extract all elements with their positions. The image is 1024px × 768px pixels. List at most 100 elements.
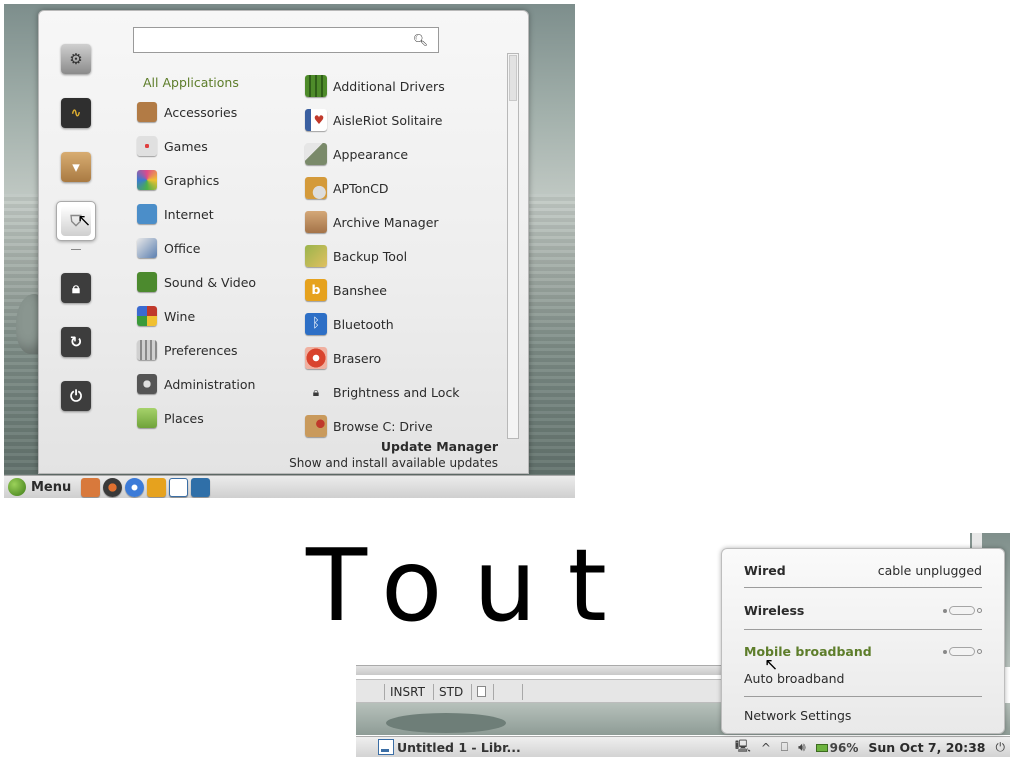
app-archive-manager[interactable]: Archive Manager xyxy=(305,205,501,239)
app-appearance[interactable]: Appearance xyxy=(305,137,501,171)
app-label: Banshee xyxy=(333,282,387,298)
banshee-launcher-icon[interactable] xyxy=(147,477,167,497)
display-tray-icon[interactable]: ⎕ xyxy=(781,740,788,755)
app-brasero[interactable]: Brasero xyxy=(305,341,501,375)
mobile-broadband-toggle[interactable] xyxy=(943,647,982,656)
category-graphics[interactable]: Graphics xyxy=(137,163,297,197)
app-bluetooth[interactable]: ᛒ Bluetooth xyxy=(305,307,501,341)
fav-shutdown[interactable]: ⏻ xyxy=(56,376,96,416)
battery-indicator[interactable]: 96% xyxy=(815,741,858,755)
search-input[interactable] xyxy=(144,32,413,48)
document-icon xyxy=(477,686,486,697)
fav-system-monitor[interactable]: ∿ xyxy=(56,93,96,133)
browser-launcher-icon[interactable] xyxy=(103,477,123,497)
app-label: Archive Manager xyxy=(333,214,439,230)
category-office[interactable]: Office xyxy=(137,231,297,265)
toggle-off-dot xyxy=(943,649,947,654)
app-brightness-and-lock[interactable]: 🔒︎ Brightness and Lock xyxy=(305,375,501,409)
backup-tool-icon xyxy=(305,245,327,267)
selection-mode-indicator[interactable]: STD xyxy=(433,684,463,700)
category-all-applications[interactable]: All Applications xyxy=(137,69,297,95)
toggle-on-ring xyxy=(977,608,982,613)
writer-launcher-icon[interactable] xyxy=(169,477,189,497)
wireless-row[interactable]: Wireless xyxy=(744,603,982,618)
app-browse-c-drive[interactable]: Browse C: Drive xyxy=(305,409,501,443)
wired-status: cable unplugged xyxy=(877,563,982,578)
app-aisleriot-solitaire[interactable]: ♥ AisleRiot Solitaire xyxy=(305,103,501,137)
volume-icon[interactable]: 🔊︎ xyxy=(798,740,806,755)
favorites-separator xyxy=(71,249,81,250)
app-backup-tool[interactable]: Backup Tool xyxy=(305,239,501,273)
preferences-icon xyxy=(137,340,157,360)
wireless-toggle[interactable] xyxy=(943,606,982,615)
app-list-scrollbar[interactable] xyxy=(507,53,519,439)
aisleriot-solitaire-icon: ♥ xyxy=(305,109,327,131)
clock[interactable]: Sun Oct 7, 20:38 xyxy=(868,740,985,755)
toggle-track xyxy=(949,647,975,656)
fav-logout[interactable]: ↻ xyxy=(56,322,96,362)
libreoffice-horizontal-scrollbar[interactable] xyxy=(356,665,722,675)
wired-row[interactable]: Wired cable unplugged xyxy=(744,563,982,578)
app-label: Backup Tool xyxy=(333,248,408,264)
power-icon[interactable]: ⏻ xyxy=(996,740,1006,755)
menu-button-label: Menu xyxy=(31,479,72,495)
mint-leaf-icon xyxy=(8,478,26,496)
favorites-sidebar: ⚙ ∿ ▾ ⛉ 🔒︎ ↻ ⏻ xyxy=(53,39,99,430)
fav-system-settings[interactable]: ⚙ xyxy=(56,39,96,79)
browse-c-drive-icon xyxy=(305,415,327,437)
banshee-icon: b xyxy=(305,279,327,301)
category-label: Office xyxy=(164,240,201,256)
terminal-launcher-icon[interactable] xyxy=(81,477,101,497)
aptoncd-icon xyxy=(305,177,327,199)
chevron-up-icon[interactable]: ^ xyxy=(761,741,771,755)
description-subtitle: Show and install available updates xyxy=(289,456,498,470)
signature-indicator[interactable] xyxy=(493,684,523,700)
divider xyxy=(744,696,982,697)
auto-broadband-item[interactable]: Auto broadband xyxy=(744,671,982,686)
app-banshee[interactable]: b Banshee xyxy=(305,273,501,307)
media-launcher-icon[interactable] xyxy=(125,477,145,497)
category-label: All Applications xyxy=(143,74,239,90)
category-sound-video[interactable]: Sound & Video xyxy=(137,265,297,299)
category-wine[interactable]: Wine xyxy=(137,299,297,333)
category-label: Wine xyxy=(164,308,196,324)
category-internet[interactable]: Internet xyxy=(137,197,297,231)
insert-mode-indicator[interactable]: INSRT xyxy=(384,684,425,700)
document-modified-indicator[interactable] xyxy=(471,684,493,700)
search-box[interactable]: 🔍︎ xyxy=(133,27,439,53)
search-icon[interactable]: 🔍︎ xyxy=(413,33,428,47)
category-administration[interactable]: Administration xyxy=(137,367,297,401)
network-menu-popup: Wired cable unplugged Wireless Mobile br… xyxy=(721,548,1005,734)
toggle-track xyxy=(949,606,975,615)
app-label: Brightness and Lock xyxy=(333,384,460,400)
mobile-broadband-row[interactable]: Mobile broadband xyxy=(744,644,982,659)
category-label: Preferences xyxy=(164,342,238,358)
category-list: All Applications Accessories Games Graph… xyxy=(137,69,297,435)
status-empty-cell xyxy=(522,684,712,700)
desktop-screenshot-menu: ⚙ ∿ ▾ ⛉ 🔒︎ ↻ ⏻ 🔍︎ All Applications Acces… xyxy=(4,4,575,498)
taskbar-window-libreoffice[interactable]: Untitled 1 - Libr... xyxy=(378,739,521,755)
scrollbar-thumb[interactable] xyxy=(509,55,517,101)
menu-button[interactable]: Menu xyxy=(8,478,71,496)
office-icon xyxy=(137,238,157,258)
network-tray-icon[interactable]: 🖳︎ xyxy=(735,737,751,757)
shutdown-icon: ⏻ xyxy=(61,381,91,411)
category-accessories[interactable]: Accessories xyxy=(137,95,297,129)
brightness-lock-icon: 🔒︎ xyxy=(312,385,320,399)
category-preferences[interactable]: Preferences xyxy=(137,333,297,367)
fav-lock-screen[interactable]: 🔒︎ xyxy=(56,268,96,308)
category-places[interactable]: Places xyxy=(137,401,297,435)
network-settings-item[interactable]: Network Settings xyxy=(744,708,982,723)
app-aptoncd[interactable]: APTonCD xyxy=(305,171,501,205)
administration-icon xyxy=(137,374,157,394)
app-label: Brasero xyxy=(333,350,382,366)
sound-video-icon xyxy=(137,272,157,292)
category-games[interactable]: Games xyxy=(137,129,297,163)
games-icon xyxy=(137,136,157,156)
fav-software-manager[interactable]: ▾ xyxy=(56,147,96,187)
libreoffice-status-bar: INSRT STD xyxy=(356,679,726,703)
application-menu: ⚙ ∿ ▾ ⛉ 🔒︎ ↻ ⏻ 🔍︎ All Applications Acces… xyxy=(38,10,529,474)
taskbar-window-title: Untitled 1 - Libr... xyxy=(397,739,521,755)
screenshot-launcher-icon[interactable] xyxy=(191,477,211,497)
app-additional-drivers[interactable]: Additional Drivers xyxy=(305,69,501,103)
